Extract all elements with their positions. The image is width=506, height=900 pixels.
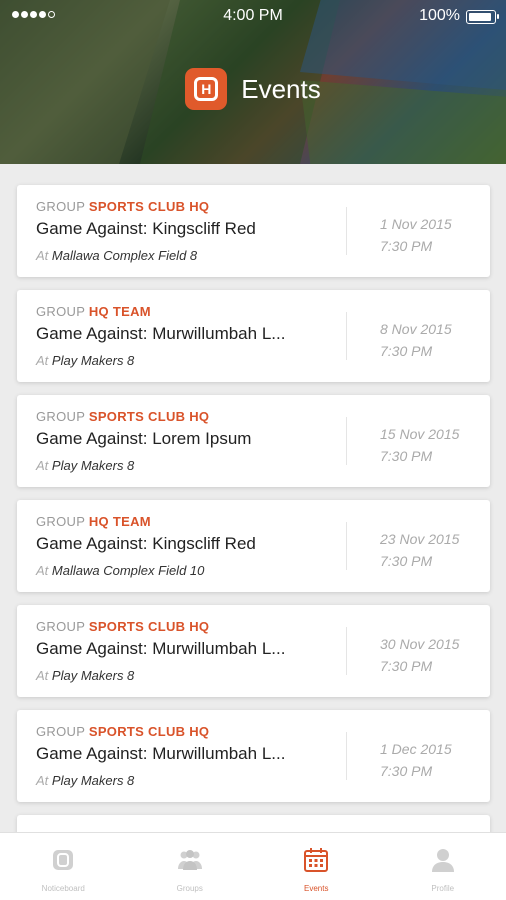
status-bar: 4:00 PM 100%	[0, 6, 506, 28]
tab-noticeboard[interactable]: Noticeboard	[0, 833, 127, 900]
event-name: Game Against: Murwillumbah L...	[36, 639, 286, 658]
event-name: Game Against: Murwillumbah L...	[36, 744, 286, 763]
logo-icon	[50, 847, 76, 878]
header-banner: 4:00 PM 100% H Events	[0, 0, 506, 164]
divider	[346, 732, 347, 780]
tab-events[interactable]: Events	[253, 833, 380, 900]
calendar-icon	[303, 847, 329, 878]
app-logo-icon: H	[185, 68, 228, 110]
battery-percent: 100%	[419, 7, 460, 24]
tab-label: Groups	[176, 884, 203, 893]
event-card[interactable]: GROUP SPORTS CLUB HQ Game Against: Murwi…	[17, 710, 490, 802]
event-datetime: 15 Nov 2015 7:30 PM	[380, 426, 460, 464]
event-group: GROUP SPORTS CLUB HQ	[36, 619, 210, 634]
event-group: GROUP SPORTS CLUB HQ	[36, 724, 210, 739]
divider	[346, 522, 347, 570]
divider	[346, 312, 347, 360]
event-venue: At Play Makers 8	[36, 353, 135, 368]
battery-icon	[466, 10, 499, 24]
event-card[interactable]: GROUP SPORTS CLUB HQ Game Against: Murwi…	[17, 605, 490, 697]
event-datetime: 1 Dec 2015 7:30 PM	[380, 741, 452, 779]
event-venue: At Play Makers 8	[36, 773, 135, 788]
user-icon	[430, 847, 456, 878]
event-datetime: 23 Nov 2015 7:30 PM	[380, 531, 460, 569]
event-group: GROUP SPORTS CLUB HQ	[36, 409, 210, 424]
event-card[interactable]: GROUP HQ TEAM Game Against: Kingscliff R…	[17, 500, 490, 592]
tab-label: Profile	[431, 884, 455, 893]
event-venue: At Mallawa Complex Field 10	[36, 563, 205, 578]
event-list[interactable]: GROUP SPORTS CLUB HQ Game Against: Kings…	[0, 164, 506, 832]
event-venue: At Play Makers 8	[36, 668, 135, 683]
event-name: Game Against: Kingscliff Red	[36, 219, 256, 238]
divider	[346, 627, 347, 675]
event-datetime: 30 Nov 2015 7:30 PM	[380, 636, 460, 674]
tab-profile[interactable]: Profile	[380, 833, 506, 900]
event-card[interactable]: GROUP HQ TEAM Game Against: Murwillumbah…	[17, 290, 490, 382]
event-group: GROUP HQ TEAM	[36, 514, 151, 529]
event-card-partial[interactable]	[17, 815, 490, 832]
event-datetime: 8 Nov 2015 7:30 PM	[380, 321, 452, 359]
tab-label: Events	[304, 884, 329, 893]
event-datetime: 1 Nov 2015 7:30 PM	[380, 216, 452, 254]
page-title: Events	[241, 73, 321, 104]
event-name: Game Against: Kingscliff Red	[36, 534, 256, 553]
event-venue: At Mallawa Complex Field 8	[36, 248, 198, 263]
event-card[interactable]: GROUP SPORTS CLUB HQ Game Against: Kings…	[17, 185, 490, 277]
event-venue: At Play Makers 8	[36, 458, 135, 473]
divider	[346, 417, 347, 465]
tab-groups[interactable]: Groups	[127, 833, 254, 900]
event-group: GROUP HQ TEAM	[36, 304, 151, 319]
divider	[346, 207, 347, 255]
event-name: Game Against: Lorem Ipsum	[36, 429, 252, 448]
tab-label: Noticeboard	[41, 884, 85, 893]
event-name: Game Against: Murwillumbah L...	[36, 324, 286, 343]
event-card[interactable]: GROUP SPORTS CLUB HQ Game Against: Lorem…	[17, 395, 490, 487]
group-icon	[177, 847, 203, 878]
tab-bar: Noticeboard Groups Events Profile	[0, 832, 506, 900]
event-group: GROUP SPORTS CLUB HQ	[36, 199, 210, 214]
